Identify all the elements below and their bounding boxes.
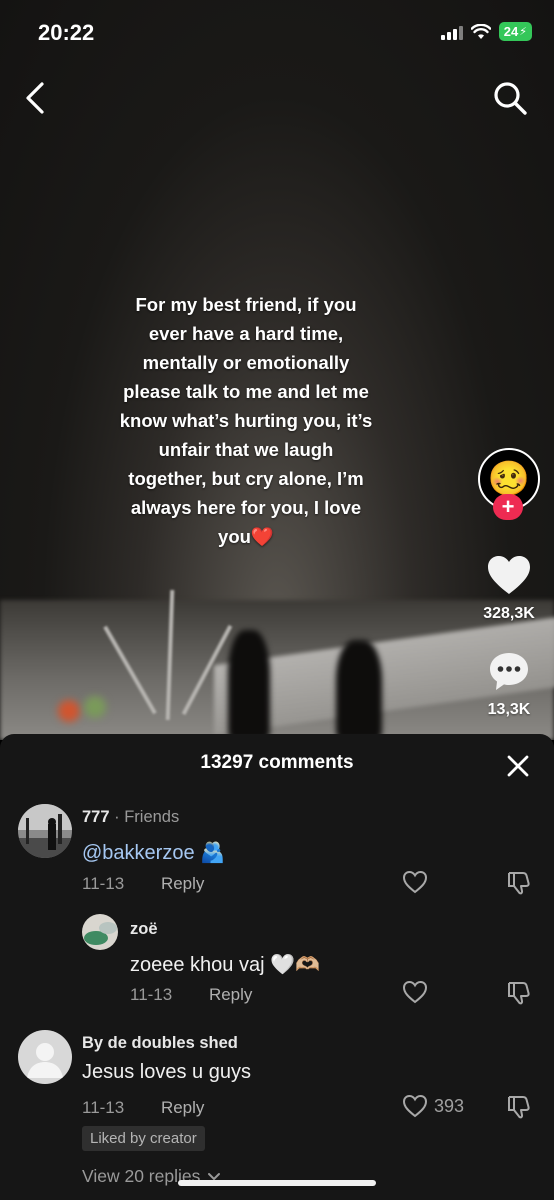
comment-text[interactable]: Jesus loves u guys [82,1061,251,1084]
reply-like-button[interactable] [402,980,428,1004]
comment-username[interactable]: 777 · Friends [82,808,179,827]
comment-meta: 11-13 Reply [82,874,204,894]
like-outline-icon [402,870,428,894]
like-button[interactable]: 328,3K [474,554,544,623]
like-outline-icon [402,980,428,1004]
heart-icon [488,556,530,594]
reply-button[interactable]: Reply [161,1098,204,1117]
comment-count: 13,3K [487,701,531,718]
reply-button[interactable]: Reply [161,874,204,893]
comment-like-count: 393 [434,1095,465,1116]
search-icon[interactable] [492,80,528,116]
reply-button[interactable]: Reply [209,985,252,1004]
caption-text: For my best friend, if you ever have a h… [119,294,373,547]
charging-icon: ⚡ [519,26,527,38]
comment-like-button[interactable]: 393 [402,1094,464,1118]
dislike-icon[interactable] [506,980,532,1006]
video-figure [336,640,382,740]
reply-avatar[interactable] [82,914,118,950]
like-outline-icon [402,1094,428,1118]
reply-meta: 11-13 Reply [130,985,252,1005]
video-light [58,700,80,722]
caption-heart-emoji: ❤️ [250,526,274,547]
mention-link[interactable]: @bakkerzoe [82,842,195,864]
comment-button[interactable]: 13,3K [474,650,544,719]
battery-indicator: 24 ⚡ [498,22,532,41]
close-icon[interactable] [504,752,532,780]
reply-username[interactable]: zoë [130,920,158,939]
comment-username[interactable]: By de doubles shed [82,1034,238,1053]
default-avatar-icon [27,1043,63,1078]
avatar-photo [82,914,118,950]
comment-text[interactable]: @bakkerzoe 🫂 [82,840,225,865]
comment-date: 11-13 [82,874,125,893]
liked-by-creator-badge: Liked by creator [82,1126,205,1151]
comment-icon [490,653,528,690]
signal-icon [440,24,463,40]
dislike-icon[interactable] [506,870,532,896]
video-figure [228,630,270,740]
video-caption: For my best friend, if you ever have a h… [118,290,374,551]
comment-date: 11-13 [82,1098,125,1117]
home-indicator [178,1180,376,1186]
follow-button[interactable]: + [493,494,523,520]
comment-emoji: 🫂 [200,842,226,864]
creator-avatar[interactable]: 🥴 + [478,448,540,520]
comment-like-button[interactable] [402,870,428,894]
friends-tag: · Friends [114,808,180,826]
comments-title: 13297 comments [200,752,354,773]
back-icon[interactable] [20,80,52,116]
status-icons: 24 ⚡ [440,22,532,41]
friends-tag-text: Friends [124,808,180,826]
video-light [84,696,106,718]
comment-avatar[interactable] [18,804,72,858]
reply-text-content: zoeee khou vaj [130,954,265,976]
avatar-photo [18,804,72,858]
reply-text[interactable]: zoeee khou vaj 🤍🫶🏼 [130,952,320,977]
comment-meta: 11-13 Reply [82,1098,204,1118]
comments-sheet: 13297 comments 777 · Friends @bakkerzoe … [0,734,554,1200]
status-time: 20:22 [38,20,95,45]
dislike-icon[interactable] [506,1094,532,1120]
reply-date: 11-13 [130,985,173,1004]
comment-avatar[interactable] [18,1030,72,1084]
battery-level: 24 [503,24,519,39]
username-text: 777 [82,808,110,826]
wifi-icon [470,23,491,39]
reply-emoji: 🤍🫶🏼 [270,954,320,976]
like-count: 328,3K [483,605,535,622]
